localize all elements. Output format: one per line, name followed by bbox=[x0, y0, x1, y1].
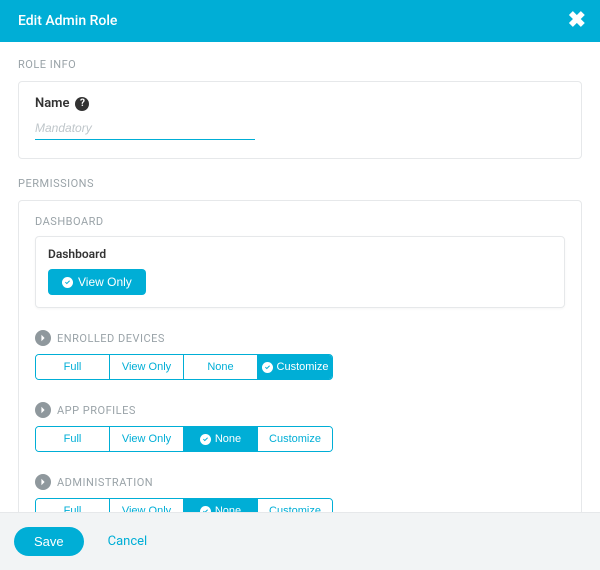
role-info-card: Name ? bbox=[18, 81, 582, 159]
modal-footer: Save Cancel bbox=[0, 512, 600, 570]
dashboard-view-only-button[interactable]: View Only bbox=[48, 269, 146, 295]
name-label-text: Name bbox=[35, 96, 69, 111]
name-field-label: Name ? bbox=[35, 96, 565, 111]
modal-header: Edit Admin Role ✖ bbox=[0, 0, 600, 42]
enrolled-devices-customize-button[interactable]: Customize bbox=[258, 355, 332, 379]
app-profiles-none-button[interactable]: None bbox=[184, 427, 258, 451]
modal-title: Edit Admin Role bbox=[18, 13, 117, 29]
enrolled-devices-group-label: ENROLLED DEVICES bbox=[57, 332, 165, 345]
cancel-button[interactable]: Cancel bbox=[108, 534, 148, 549]
administration-segmented: Full View Only None Customize bbox=[35, 498, 333, 512]
dashboard-item-label: Dashboard bbox=[48, 247, 552, 261]
app-profiles-group-label: APP PROFILES bbox=[57, 404, 136, 417]
enrolled-devices-none-button[interactable]: None bbox=[184, 355, 258, 379]
check-circle-icon bbox=[200, 434, 211, 445]
dashboard-item-box: Dashboard View Only bbox=[35, 236, 565, 308]
administration-none-button[interactable]: None bbox=[184, 499, 258, 512]
enrolled-devices-full-button[interactable]: Full bbox=[36, 355, 110, 379]
name-input[interactable] bbox=[35, 117, 255, 140]
permissions-card: DASHBOARD Dashboard View Only ENROLLED D… bbox=[18, 200, 582, 512]
save-button[interactable]: Save bbox=[14, 527, 84, 556]
dashboard-selected-label: View Only bbox=[78, 275, 132, 289]
administration-full-button[interactable]: Full bbox=[36, 499, 110, 512]
check-circle-icon bbox=[62, 277, 73, 288]
enrolled-devices-customize-label: Customize bbox=[277, 361, 329, 373]
app-profiles-full-button[interactable]: Full bbox=[36, 427, 110, 451]
role-info-section-label: ROLE INFO bbox=[18, 58, 582, 71]
app-profiles-segmented: Full View Only None Customize bbox=[35, 426, 333, 452]
chevron-right-icon[interactable] bbox=[35, 474, 51, 490]
dashboard-group-label: DASHBOARD bbox=[35, 215, 565, 228]
modal-body: ROLE INFO Name ? PERMISSIONS DASHBOARD D… bbox=[0, 42, 600, 512]
chevron-right-icon[interactable] bbox=[35, 402, 51, 418]
app-profiles-viewonly-button[interactable]: View Only bbox=[110, 427, 184, 451]
permissions-section-label: PERMISSIONS bbox=[18, 177, 582, 190]
check-circle-icon bbox=[262, 362, 273, 373]
close-icon[interactable]: ✖ bbox=[568, 10, 586, 32]
administration-none-label: None bbox=[215, 505, 241, 512]
administration-viewonly-button[interactable]: View Only bbox=[110, 499, 184, 512]
app-profiles-none-label: None bbox=[215, 433, 241, 445]
enrolled-devices-segmented: Full View Only None Customize bbox=[35, 354, 333, 380]
app-profiles-customize-button[interactable]: Customize bbox=[258, 427, 332, 451]
administration-group-label: ADMINISTRATION bbox=[57, 476, 153, 489]
chevron-right-icon[interactable] bbox=[35, 330, 51, 346]
enrolled-devices-viewonly-button[interactable]: View Only bbox=[110, 355, 184, 379]
administration-customize-button[interactable]: Customize bbox=[258, 499, 332, 512]
help-icon[interactable]: ? bbox=[75, 97, 89, 111]
